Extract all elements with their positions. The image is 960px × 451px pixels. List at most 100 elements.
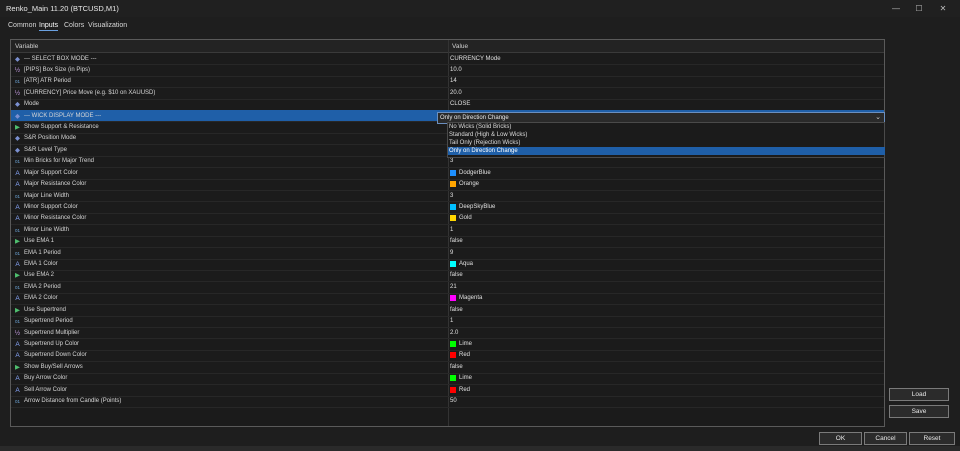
color-swatch[interactable] <box>450 341 456 347</box>
row-value[interactable]: Lime <box>459 341 472 347</box>
row-variable-name: EMA 2 Color <box>24 295 58 302</box>
row-value[interactable]: Red <box>459 352 470 358</box>
row-value[interactable]: CURRENCY Mode <box>450 56 501 62</box>
row-value[interactable]: CLOSE <box>450 101 470 107</box>
integer-icon: 01 <box>14 284 20 290</box>
tab-inputs[interactable]: Inputs <box>39 22 59 31</box>
color-swatch[interactable] <box>450 203 456 210</box>
row-variable-name: Major Support Color <box>24 169 78 176</box>
row-value[interactable]: Red <box>459 387 470 393</box>
row-variable-name: Minor Resistance Color <box>24 215 87 222</box>
row-value[interactable]: 3 <box>450 193 453 199</box>
reset-button[interactable]: Reset <box>909 432 955 445</box>
tab-colors[interactable]: Colors <box>64 22 84 29</box>
integer-icon: 01 <box>14 319 20 325</box>
bool-icon: ▶ <box>15 363 20 371</box>
cancel-button[interactable]: Cancel <box>864 432 907 445</box>
maximize-button[interactable]: ☐ <box>908 2 930 15</box>
row-value[interactable]: false <box>450 307 463 313</box>
row-value[interactable]: 3 <box>450 158 453 164</box>
row-variable-name: Buy Arrow Color <box>24 375 68 382</box>
row-variable-name: Mode <box>24 101 40 108</box>
row-value[interactable]: DodgerBlue <box>459 170 491 176</box>
integer-icon: 01 <box>14 250 20 256</box>
tab-common[interactable]: Common <box>8 22 36 29</box>
enum-icon: ◆ <box>15 112 20 120</box>
row-value[interactable]: Orange <box>459 181 479 187</box>
ok-button[interactable]: OK <box>819 432 862 445</box>
tab-bar: Common Inputs Colors Visualization <box>0 19 960 33</box>
row-variable-name: Use EMA 2 <box>24 272 55 279</box>
row-value[interactable]: Aqua <box>459 261 473 267</box>
dropdown-option-standard[interactable]: Standard (High & Low Wicks) <box>448 131 885 139</box>
color-icon: A <box>15 386 20 394</box>
tab-visualization[interactable]: Visualization <box>88 22 127 29</box>
color-icon: A <box>15 261 20 269</box>
row-variable-name: Arrow Distance from Candle (Points) <box>24 398 122 405</box>
row-variable-name: Supertrend Down Color <box>24 352 87 359</box>
dropdown-option-direction-change[interactable]: Only on Direction Change <box>448 147 885 155</box>
color-swatch[interactable] <box>450 352 456 359</box>
dropdown-option-no-wicks[interactable]: No Wicks (Solid Bricks) <box>448 123 885 131</box>
bool-icon: ▶ <box>15 124 20 132</box>
row-value[interactable]: 1 <box>450 318 453 324</box>
minimize-button[interactable]: — <box>885 2 907 15</box>
row-variable-name: EMA 1 Period <box>24 249 61 256</box>
integer-icon: 01 <box>14 79 20 85</box>
row-value[interactable]: 1 <box>450 227 453 233</box>
color-icon: A <box>15 352 20 360</box>
row-value[interactable]: 20.0 <box>450 90 462 96</box>
wick-mode-dropdown: No Wicks (Solid Bricks) Standard (High &… <box>447 122 885 158</box>
row-value[interactable]: 14 <box>450 78 457 84</box>
row-variable-name: Major Line Width <box>24 192 70 199</box>
row-variable-name: Major Resistance Color <box>24 181 87 188</box>
row-variable-name: S&R Level Type <box>24 146 67 153</box>
row-value[interactable]: 50 <box>450 398 457 404</box>
row-variable-name: Use EMA 1 <box>24 238 55 245</box>
chevron-down-icon[interactable]: ⌄ <box>875 113 881 121</box>
load-button[interactable]: Load <box>889 388 949 401</box>
color-swatch[interactable] <box>450 375 456 382</box>
header-variable: Variable <box>15 42 39 50</box>
row-variable-name: Sell Arrow Color <box>24 386 68 393</box>
row-value[interactable]: 21 <box>450 284 457 290</box>
color-swatch[interactable] <box>450 386 456 393</box>
row-value[interactable]: Magenta <box>459 295 482 301</box>
row-value[interactable]: Gold <box>459 215 472 221</box>
row-value[interactable]: false <box>450 238 463 244</box>
wick-mode-select-value: Only on Direction Change <box>440 114 509 121</box>
row-value[interactable]: 2.0 <box>450 330 458 336</box>
double-icon: ½ <box>14 329 21 337</box>
color-swatch[interactable] <box>450 295 456 302</box>
row-variable-name: [ATR] ATR Period <box>24 78 71 85</box>
color-icon: A <box>15 341 20 348</box>
bool-icon: ▶ <box>15 238 20 246</box>
color-icon: A <box>15 203 20 211</box>
row-value[interactable]: 9 <box>450 250 453 256</box>
row-value[interactable]: false <box>450 364 463 370</box>
row-value[interactable]: DeepSkyBlue <box>459 204 495 210</box>
row-value[interactable]: Lime <box>459 375 472 381</box>
color-swatch[interactable] <box>450 215 456 222</box>
row-value[interactable]: false <box>450 272 463 278</box>
color-swatch[interactable] <box>450 169 456 176</box>
row-variable-name: Supertrend Up Color <box>24 341 80 347</box>
enum-icon: ◆ <box>15 146 20 154</box>
header-value: Value <box>452 42 469 50</box>
row-variable-name: S&R Position Mode <box>24 135 77 142</box>
integer-icon: 01 <box>14 193 20 199</box>
row-variable-name: Supertrend Period <box>24 318 73 325</box>
row-variable-name: Minor Support Color <box>24 203 78 210</box>
save-button[interactable]: Save <box>889 405 949 418</box>
table-row[interactable]: 01 Arrow Distance from Candle (Points) 50 <box>11 396 884 408</box>
close-button[interactable]: ✕ <box>932 2 954 15</box>
row-variable-name: Minor Line Width <box>24 226 70 233</box>
color-swatch[interactable] <box>450 181 456 188</box>
integer-icon: 01 <box>14 159 20 165</box>
row-variable-name: EMA 1 Color <box>24 261 58 268</box>
row-variable-name: --- SELECT BOX MODE --- <box>24 55 97 62</box>
dropdown-option-tail-only[interactable]: Tail Only (Rejection Wicks) <box>448 139 885 147</box>
row-value[interactable]: 10.0 <box>450 67 462 73</box>
bool-icon: ▶ <box>15 272 20 280</box>
color-swatch[interactable] <box>450 261 456 268</box>
